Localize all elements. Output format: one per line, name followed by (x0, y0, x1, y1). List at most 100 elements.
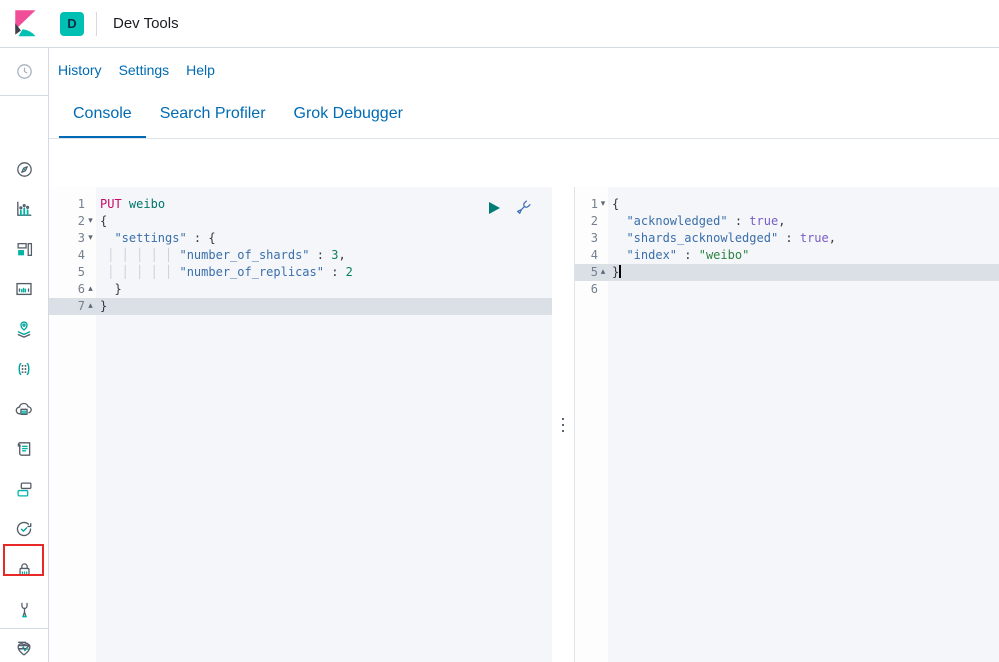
fold-toggle-icon[interactable]: ▾ (85, 213, 96, 230)
sidebar-item-dashboard[interactable] (0, 229, 48, 269)
wrench-settings-icon (515, 199, 532, 216)
lock-icon (16, 561, 33, 578)
main-area: History Settings Help Console Search Pro… (49, 48, 999, 662)
code-text (608, 281, 999, 298)
sidebar-item-recently-viewed[interactable] (0, 48, 48, 96)
code-text: │ │ │ │ │ "number_of_replicas" : 2 (96, 264, 552, 281)
code-line-7[interactable]: 7▴} (49, 298, 552, 315)
sidebar-item-canvas[interactable] (0, 269, 48, 309)
sidebar-item-dev-tools[interactable] (0, 589, 48, 629)
devtools-top-nav: History Settings Help (49, 48, 999, 91)
fold-toggle-icon[interactable]: ▾ (598, 196, 608, 213)
response-editor[interactable]: 1▾{2 "acknowledged" : true,3 "shards_ack… (574, 187, 999, 662)
kibana-logo[interactable] (0, 9, 49, 39)
text-cursor (619, 265, 621, 278)
drag-dots-icon (562, 418, 564, 432)
sidebar-item-machine-learning[interactable] (0, 349, 48, 389)
panel-resize-handle[interactable] (552, 187, 574, 662)
clock-icon (16, 63, 33, 80)
nav-link-history[interactable]: History (58, 62, 102, 78)
code-text: "shards_acknowledged" : true, (608, 230, 999, 247)
line-number: 6▴ (49, 281, 96, 298)
wrench-icon (16, 601, 33, 618)
code-line-2[interactable]: 2 "acknowledged" : true, (575, 213, 999, 230)
fold-toggle-icon[interactable]: ▴ (85, 281, 96, 298)
code-line-4[interactable]: 4 "index" : "weibo" (575, 247, 999, 264)
compass-icon (16, 161, 33, 178)
line-number: 2 (575, 213, 608, 230)
dashboard-icon (16, 241, 33, 258)
code-line-6[interactable]: 6▴ } (49, 281, 552, 298)
code-line-5[interactable]: 5▴} (575, 264, 999, 281)
apm-icon (16, 481, 33, 498)
devtools-tabs: Console Search Profiler Grok Debugger (49, 91, 999, 139)
nav-link-settings[interactable]: Settings (119, 62, 170, 78)
code-text: PUT weibo (96, 196, 552, 213)
sidebar-nav (0, 149, 48, 662)
cloud-server-icon (15, 400, 33, 418)
send-request-button[interactable] (487, 201, 501, 215)
sidebar-collapse[interactable] (0, 628, 48, 662)
code-line-1[interactable]: 1▾{ (575, 196, 999, 213)
line-number: 5 (49, 264, 96, 281)
line-number: 5▴ (575, 264, 608, 281)
sidebar-item-uptime[interactable] (0, 509, 48, 549)
line-number: 2▾ (49, 213, 96, 230)
code-line-5[interactable]: 5 │ │ │ │ │ "number_of_replicas" : 2 (49, 264, 552, 281)
machine-learning-icon (15, 360, 33, 378)
line-number: 7▴ (49, 298, 96, 315)
request-editor[interactable]: 1PUT weibo2▾{3▾ "settings" : {4 │ │ │ │ … (49, 187, 552, 662)
tab-search-profiler[interactable]: Search Profiler (146, 91, 280, 138)
fold-toggle-icon[interactable]: ▾ (85, 230, 96, 247)
code-line-2[interactable]: 2▾{ (49, 213, 552, 230)
app-badge-letter: D (67, 16, 76, 31)
console-editor-area: 1PUT weibo2▾{3▾ "settings" : {4 │ │ │ │ … (49, 187, 999, 662)
code-text: │ │ │ │ │ "number_of_shards" : 3, (96, 247, 552, 264)
code-text: } (608, 264, 999, 281)
line-number: 1▾ (575, 196, 608, 213)
code-text: { (96, 213, 552, 230)
app-sidebar (0, 48, 49, 662)
canvas-icon (15, 280, 33, 298)
tab-grok-debugger[interactable]: Grok Debugger (280, 91, 417, 138)
line-number: 1 (49, 196, 96, 213)
sidebar-item-maps[interactable] (0, 309, 48, 349)
code-line-4[interactable]: 4 │ │ │ │ │ "number_of_shards" : 3, (49, 247, 552, 264)
collapse-menu-icon (16, 637, 33, 654)
sidebar-item-visualize[interactable] (0, 189, 48, 229)
play-icon (487, 201, 501, 215)
fold-toggle-icon[interactable]: ▴ (598, 264, 608, 281)
sidebar-item-infrastructure[interactable] (0, 389, 48, 429)
bar-chart-icon (15, 200, 33, 218)
code-text: "index" : "weibo" (608, 247, 999, 264)
page-title: Dev Tools (113, 15, 179, 32)
request-actions (487, 199, 532, 216)
fold-toggle-icon[interactable]: ▴ (85, 298, 96, 315)
kibana-logo-icon (12, 9, 38, 39)
code-line-3[interactable]: 3▾ "settings" : { (49, 230, 552, 247)
code-line-6[interactable]: 6 (575, 281, 999, 298)
code-text: "settings" : { (96, 230, 552, 247)
top-bar: D Dev Tools (0, 0, 999, 48)
line-number: 3 (575, 230, 608, 247)
code-text: } (96, 281, 552, 298)
code-text: { (608, 196, 999, 213)
nav-link-help[interactable]: Help (186, 62, 215, 78)
line-number: 4 (575, 247, 608, 264)
code-line-3[interactable]: 3 "shards_acknowledged" : true, (575, 230, 999, 247)
sidebar-item-logs[interactable] (0, 429, 48, 469)
line-number: 3▾ (49, 230, 96, 247)
sidebar-item-apm[interactable] (0, 469, 48, 509)
code-line-1[interactable]: 1PUT weibo (49, 196, 552, 213)
map-pin-icon (15, 320, 33, 338)
code-text: "acknowledged" : true, (608, 213, 999, 230)
logs-scroll-icon (15, 440, 33, 458)
line-number: 6 (575, 281, 608, 298)
tab-console[interactable]: Console (59, 91, 146, 138)
sidebar-item-siem[interactable] (0, 549, 48, 589)
uptime-icon (15, 520, 33, 538)
line-number: 4 (49, 247, 96, 264)
sidebar-item-discover[interactable] (0, 149, 48, 189)
request-options-button[interactable] (515, 199, 532, 216)
code-text: } (96, 298, 552, 315)
